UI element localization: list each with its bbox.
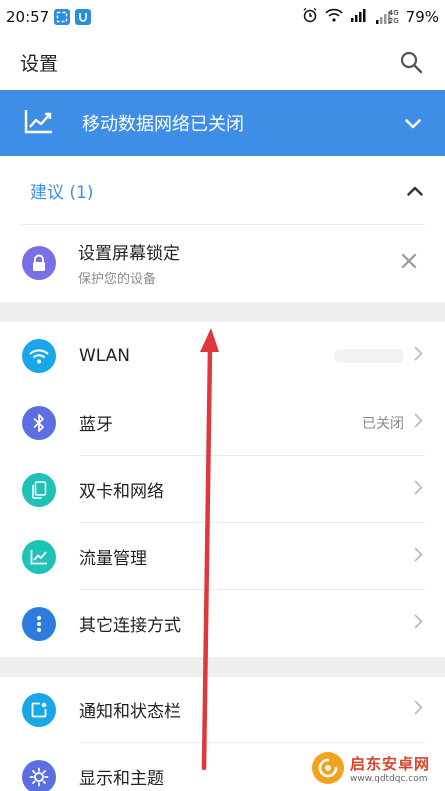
- chevron-right-icon: [414, 614, 423, 633]
- alarm-icon: [302, 7, 318, 27]
- settings-item-label: 流量管理: [79, 549, 147, 569]
- brightness-icon: [22, 759, 56, 791]
- suggestion-title: 设置屏幕锁定: [78, 244, 180, 264]
- settings-item-label: 通知和状态栏: [79, 702, 181, 722]
- close-icon[interactable]: [401, 253, 417, 273]
- chevron-right-icon: [414, 346, 423, 365]
- chevron-right-icon: [414, 547, 423, 566]
- chevron-down-icon[interactable]: [405, 114, 421, 133]
- watermark: 启东安卓网 www.qdtdqc.com: [312, 752, 430, 784]
- settings-item-dual-sim[interactable]: 双卡和网络: [0, 456, 445, 523]
- secondary-signal: 4G 2G: [375, 9, 399, 25]
- settings-item-label: 双卡和网络: [79, 482, 164, 502]
- data-trend-icon: [24, 108, 54, 138]
- mobile-data-banner[interactable]: 移动数据网络已关闭: [0, 90, 445, 156]
- settings-item-label: 显示和主题: [79, 769, 164, 789]
- notification-icon: [22, 692, 56, 727]
- watermark-url: www.qdtdqc.com: [350, 773, 428, 784]
- settings-item-notifications[interactable]: 通知和状态栏: [0, 676, 445, 743]
- wifi-status-icon: [325, 8, 343, 26]
- app-bar: 设置: [0, 34, 445, 90]
- wifi-icon: [22, 338, 56, 373]
- bluetooth-icon: [22, 405, 56, 440]
- section-gap: [0, 657, 445, 677]
- network-type-bottom: 2G: [388, 17, 399, 25]
- banner-text: 移动数据网络已关闭: [82, 114, 244, 135]
- settings-item-other-connections[interactable]: 其它连接方式: [0, 590, 445, 657]
- network-type: 4G 2G: [389, 9, 399, 25]
- status-bar: 20:57 4G 2G 79%: [0, 0, 445, 34]
- sim-card-icon: [22, 472, 56, 507]
- settings-item-wlan[interactable]: WLAN: [0, 322, 445, 389]
- watermark-title: 启东安卓网: [350, 754, 431, 773]
- settings-item-label: WLAN: [79, 345, 131, 366]
- chevron-right-icon: [414, 480, 423, 499]
- redacted-network-name: [334, 348, 404, 363]
- data-usage-icon: [22, 539, 56, 574]
- screenshot-icon: [54, 9, 71, 25]
- section-gap: [0, 302, 445, 322]
- watermark-logo-icon: [312, 752, 344, 784]
- settings-item-label: 蓝牙: [79, 415, 113, 435]
- network-type-top: 4G: [388, 9, 399, 17]
- page-title: 设置: [20, 52, 59, 75]
- suggestion-screen-lock[interactable]: 设置屏幕锁定 保护您的设备: [0, 225, 445, 301]
- signal-strength-icon: [350, 8, 368, 26]
- battery-percent: 79%: [405, 8, 439, 26]
- lock-icon: [22, 246, 56, 280]
- app-notification-icon: [75, 9, 92, 25]
- status-time: 20:57: [6, 8, 50, 26]
- suggestion-subtitle: 保护您的设备: [78, 272, 157, 287]
- suggestions-title: 建议 (1): [30, 182, 94, 203]
- settings-item-bluetooth[interactable]: 蓝牙 已关闭: [0, 389, 445, 456]
- chevron-right-icon: [414, 700, 423, 719]
- chevron-up-icon[interactable]: [407, 181, 423, 200]
- settings-item-label: 其它连接方式: [79, 616, 181, 636]
- chevron-right-icon: [414, 413, 423, 432]
- suggestions-header[interactable]: 建议 (1): [0, 156, 445, 224]
- settings-item-data-usage[interactable]: 流量管理: [0, 523, 445, 590]
- more-dots-icon: [22, 606, 56, 641]
- search-icon: [400, 51, 423, 74]
- bluetooth-status: 已关闭: [362, 415, 404, 432]
- search-button[interactable]: [397, 48, 425, 76]
